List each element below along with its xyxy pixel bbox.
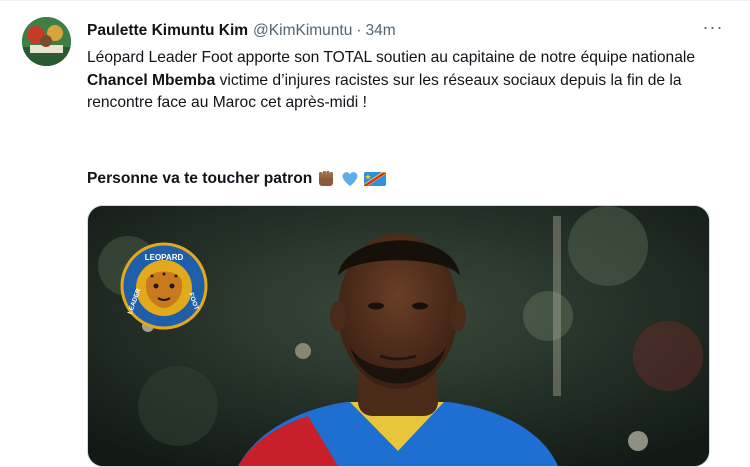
more-options-icon[interactable]: ··· bbox=[698, 18, 728, 40]
author-handle[interactable]: @KimKimuntu bbox=[253, 22, 352, 40]
flag-drc-icon bbox=[364, 169, 387, 189]
tweet-tagline: Personne va te toucher patron bbox=[87, 170, 313, 187]
tweet-text-part1: Léopard Leader Foot apporte son TOTAL so… bbox=[87, 49, 696, 66]
tweet-text-mention: Chancel Mbemba bbox=[87, 71, 216, 89]
tweet-header: Paulette Kimuntu Kim @KimKimuntu · 34m bbox=[87, 19, 730, 43]
tweet-text: Léopard Leader Foot apporte son TOTAL so… bbox=[87, 47, 712, 115]
separator-dot: · bbox=[356, 22, 362, 39]
timestamp[interactable]: 34m bbox=[366, 22, 396, 40]
tweet: Paulette Kimuntu Kim @KimKimuntu · 34m ·… bbox=[0, 0, 750, 467]
logo-top-text: LEOPARD bbox=[145, 253, 184, 262]
raised-fist-icon bbox=[316, 169, 336, 189]
tweet-media-image[interactable]: LEOPARD LEADER FOOT bbox=[87, 205, 710, 467]
leopard-leader-foot-logo: LEOPARD LEADER FOOT bbox=[120, 242, 208, 330]
author-name[interactable]: Paulette Kimuntu Kim bbox=[87, 22, 248, 40]
tweet-text-line2: Personne va te toucher patron bbox=[87, 168, 387, 190]
blue-heart-icon bbox=[340, 169, 360, 189]
avatar[interactable] bbox=[22, 17, 71, 66]
divider bbox=[0, 0, 750, 1]
